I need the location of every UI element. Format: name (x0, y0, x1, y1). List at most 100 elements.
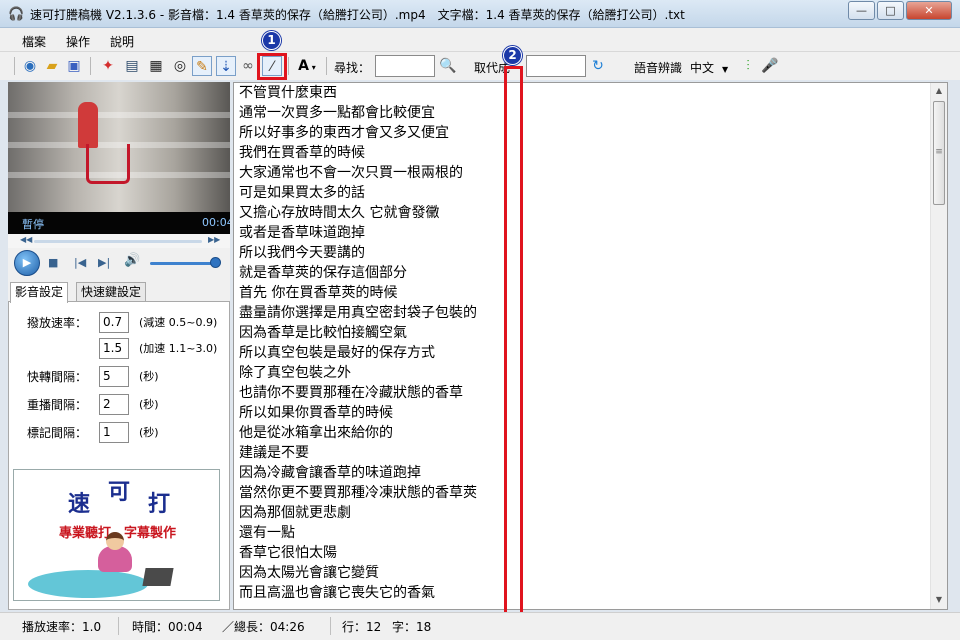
pin-icon[interactable]: ✦ (98, 56, 118, 76)
replace-icon[interactable]: ↻ (588, 56, 608, 76)
advert-banner[interactable]: 速 可 打 專業聽打、字幕製作 (13, 469, 220, 601)
volume-icon[interactable]: 🔊 (124, 253, 140, 268)
font-button[interactable]: A ▾ (294, 56, 320, 76)
transcript-line[interactable]: 所以好事多的東西才會又多又便宜 (239, 123, 939, 143)
ad-logo-char: 打 (148, 491, 171, 517)
fast-speed-input[interactable]: 1.5 (99, 338, 129, 359)
eye-icon[interactable]: ◎ (170, 56, 190, 76)
transcript-line[interactable]: 因為那個就更悲劇 (239, 503, 939, 523)
ad-logo-char: 速 (68, 491, 91, 517)
transcript-line[interactable]: 也請你不要買那種在冷藏狀態的香草 (239, 383, 939, 403)
status-time: 時間：00:04 (132, 620, 203, 634)
menu-file[interactable]: 檔案 (22, 33, 46, 50)
transcript-line[interactable]: 因為太陽光會讓它變質 (239, 563, 939, 583)
ad-decoration (28, 570, 148, 598)
title-bar: 🎧 速可打謄稿機 V2.1.3.6 - 影音檔：1.4 香草莢的保存（給謄打公司… (0, 0, 960, 28)
tab-media-settings[interactable]: 影音設定 (10, 282, 69, 303)
transcript-editor[interactable]: 不管買什麼東西 通常一次買多一點都會比較便宜 所以好事多的東西才會又多又便宜 我們在買… (233, 82, 948, 610)
play-button[interactable]: ▶ (14, 250, 40, 276)
ad-illustration-head (106, 532, 124, 550)
shopping-cart (86, 144, 130, 184)
close-button[interactable]: ✕ (906, 1, 952, 20)
status-bar: 播放速率：1.0 時間：00:04 ／總長：04:26 行：12 字：18 (0, 612, 960, 640)
seek-track[interactable] (34, 240, 202, 243)
slow-speed-input[interactable]: 0.7 (99, 312, 129, 333)
vertical-scrollbar[interactable]: ▲ ≡ ▼ (930, 83, 947, 609)
scrollbar-thumb[interactable]: ≡ (933, 101, 945, 205)
window-icon[interactable]: ▤ (122, 56, 142, 76)
forward-interval-input[interactable]: 5 (99, 366, 129, 387)
transcript-line[interactable]: 香草它很怕太陽 (239, 543, 939, 563)
save-icon[interactable]: ▣ (64, 56, 84, 76)
timestamp-icon[interactable]: ⇣ (216, 56, 236, 76)
search-icon[interactable]: 🔍 (438, 56, 458, 76)
replace-input[interactable] (526, 55, 586, 77)
transcript-line[interactable]: 所以如果你買香草的時候 (239, 403, 939, 423)
transcript-line[interactable]: 而且高溫也會讓它喪失它的香氣 (239, 583, 939, 603)
transcript-line[interactable]: 他是從冰箱拿出來給你的 (239, 423, 939, 443)
language-select[interactable]: 中文 ▼ (690, 59, 728, 76)
fast-forward-icon[interactable]: ▶▶ (208, 235, 220, 244)
scroll-up-icon[interactable]: ▲ (931, 83, 947, 99)
toolbar-separator (90, 57, 91, 75)
transcript-line[interactable]: 我們在買香草的時候 (239, 143, 939, 163)
transcript-line[interactable]: 還有一點 (239, 523, 939, 543)
volume-slider[interactable] (150, 262, 216, 265)
volume-knob[interactable] (210, 257, 221, 268)
ad-logo-char: 可 (108, 479, 131, 505)
pencil-icon[interactable]: ✎ (192, 56, 212, 76)
toolbar-separator (288, 57, 289, 75)
transcript-line[interactable]: 因為香草是比較怕接觸空氣 (239, 323, 939, 343)
replay-interval-input[interactable]: 2 (99, 394, 129, 415)
menu-bar: 檔案 操作 說明 (0, 28, 960, 52)
next-button[interactable]: ▶| (98, 256, 110, 269)
tab-hotkey-settings[interactable]: 快速鍵設定 (76, 282, 147, 302)
forward-interval-label: 快轉間隔： (27, 370, 88, 384)
transcript-line[interactable]: 所以真空包裝是最好的保存方式 (239, 343, 939, 363)
status-separator (330, 617, 331, 635)
status-length: ／總長：04:26 (222, 620, 305, 634)
transcript-line[interactable]: 可是如果買太多的話 (239, 183, 939, 203)
transcript-lines[interactable]: 不管買什麼東西 通常一次買多一點都會比較便宜 所以好事多的東西才會又多又便宜 我們在買… (239, 83, 939, 603)
transcript-line[interactable]: 首先 你在買香草莢的時候 (239, 283, 939, 303)
video-preview[interactable]: 暫停 00:04 (8, 82, 230, 234)
scroll-down-icon[interactable]: ▼ (931, 592, 947, 608)
seek-bar[interactable]: ◀◀ ▶▶ (8, 234, 230, 248)
transcript-line[interactable]: 又擔心存放時間太久 它就會發黴 (239, 203, 939, 223)
transcript-line[interactable]: 建議是不要 (239, 443, 939, 463)
transcript-line[interactable]: 不管買什麼東西 (239, 83, 939, 103)
rewind-icon[interactable]: ◀◀ (20, 235, 32, 244)
transcript-line[interactable]: 大家通常也不會一次只買一根兩根的 (239, 163, 939, 183)
waveform-icon[interactable]: ⫶ (738, 56, 758, 76)
left-panel: 暫停 00:04 ◀◀ ▶▶ ▶ ■ |◀ ▶| 🔊 影音設定 快速鍵設定 撥放… (8, 82, 230, 610)
folder-icon[interactable]: ▰ (42, 56, 62, 76)
maximize-button[interactable]: □ (877, 1, 904, 20)
player-controls: ▶ ■ |◀ ▶| 🔊 (8, 248, 230, 278)
find-input[interactable] (375, 55, 435, 77)
menu-help[interactable]: 說明 (110, 33, 134, 50)
playback-state: 暫停 (22, 218, 44, 231)
transcript-line[interactable]: 盡量請你選擇是用真空密封袋子包裝的 (239, 303, 939, 323)
transcript-line[interactable]: 通常一次買多一點都會比較便宜 (239, 103, 939, 123)
menu-operate[interactable]: 操作 (66, 33, 90, 50)
previous-button[interactable]: |◀ (74, 256, 86, 269)
transcript-line[interactable]: 當然你更不要買那種冷凍狀態的香草莢 (239, 483, 939, 503)
stop-button[interactable]: ■ (48, 256, 58, 269)
transcript-line[interactable]: 所以我們今天要講的 (239, 243, 939, 263)
transcript-line[interactable]: 就是香草莢的保存這個部分 (239, 263, 939, 283)
film-icon[interactable]: ▦ (146, 56, 166, 76)
mark-interval-input[interactable]: 1 (99, 422, 129, 443)
microphone-icon[interactable]: 🎤 (760, 56, 780, 76)
replay-interval-unit: (秒) (139, 398, 159, 411)
transcript-line[interactable]: 或者是香草味道跑掉 (239, 223, 939, 243)
transcript-line[interactable]: 因為冷藏會讓香草的味道跑掉 (239, 463, 939, 483)
shopper-figure (78, 102, 98, 148)
step-badge-2: 2 (503, 46, 522, 65)
highlight-box-1 (257, 53, 287, 80)
transcript-line[interactable]: 除了真空包裝之外 (239, 363, 939, 383)
link-icon[interactable]: ∞ (238, 56, 258, 76)
language-value: 中文 (690, 61, 715, 75)
video-status-bar: 暫停 00:04 (8, 212, 230, 234)
open-icon[interactable]: ◉ (20, 56, 40, 76)
minimize-button[interactable]: — (848, 1, 875, 20)
